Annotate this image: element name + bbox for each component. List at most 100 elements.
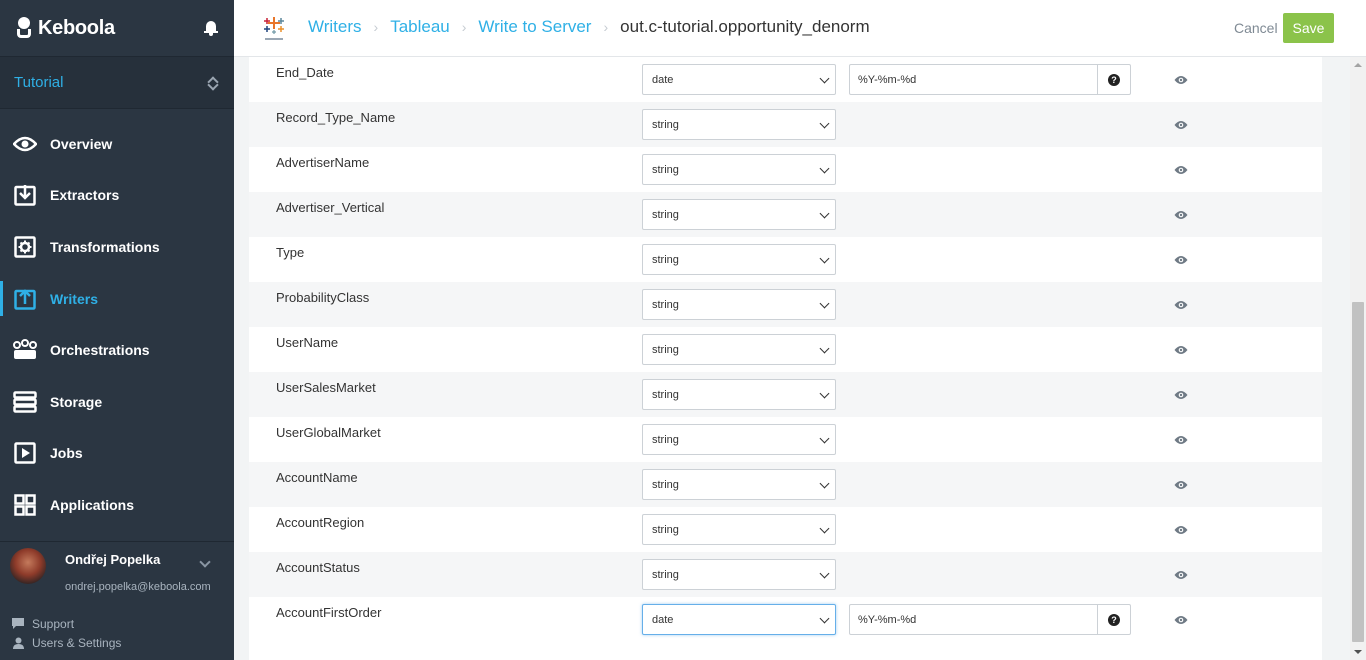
sidebar-header: Keboola xyxy=(0,0,234,57)
preview-eye-icon[interactable] xyxy=(1174,522,1188,534)
preview-eye-icon[interactable] xyxy=(1174,297,1188,309)
preview-eye-icon[interactable] xyxy=(1174,72,1188,84)
sidebar-item-label: Extractors xyxy=(50,187,120,204)
column-name: ProbabilityClass xyxy=(276,290,370,305)
column-type-value: string xyxy=(652,523,679,536)
columns-list: End_Date date %Y-%m-%d? Record_Type_Name str… xyxy=(249,57,1322,660)
eye-icon xyxy=(12,132,38,156)
table-row: End_Date date %Y-%m-%d? xyxy=(249,57,1322,102)
column-type-select[interactable]: string xyxy=(642,379,836,410)
column-type-select[interactable]: string xyxy=(642,289,836,320)
column-name: UserSalesMarket xyxy=(276,380,376,395)
column-type-select[interactable]: string xyxy=(642,199,836,230)
bell-icon[interactable] xyxy=(204,20,218,36)
breadcrumb-separator-icon: › xyxy=(603,19,609,35)
users-settings-link[interactable]: Users & Settings xyxy=(12,633,121,652)
table-row: AccountStatus string xyxy=(249,552,1322,597)
sidebar-item-extractors[interactable]: Extractors xyxy=(0,170,234,222)
app-logo[interactable]: Keboola xyxy=(16,17,115,40)
sidebar-item-writers[interactable]: Writers xyxy=(0,273,234,325)
keboola-logo-icon xyxy=(16,17,32,39)
preview-eye-icon[interactable] xyxy=(1174,117,1188,129)
table-row: AccountName string xyxy=(249,462,1322,507)
table-row: UserGlobalMarket string xyxy=(249,417,1322,462)
sidebar-item-applications[interactable]: Applications xyxy=(0,479,234,531)
column-name: Advertiser_Vertical xyxy=(276,200,385,215)
column-type-select[interactable]: date xyxy=(642,604,836,635)
user-name: Ondřej Popelka xyxy=(65,552,161,567)
question-circle-icon: ? xyxy=(1108,73,1120,86)
date-format-input[interactable]: %Y-%m-%d xyxy=(850,605,1097,634)
column-type-value: date xyxy=(652,613,674,626)
column-type-select[interactable]: string xyxy=(642,559,836,590)
column-name: AccountName xyxy=(276,470,358,485)
preview-eye-icon[interactable] xyxy=(1174,432,1188,444)
scroll-down-icon[interactable] xyxy=(1354,650,1362,654)
sidebar-item-jobs[interactable]: Jobs xyxy=(0,428,234,480)
preview-eye-icon[interactable] xyxy=(1174,207,1188,219)
column-type-value: string xyxy=(652,118,679,131)
column-type-select[interactable]: string xyxy=(642,334,836,365)
column-type-select[interactable]: string xyxy=(642,154,836,185)
breadcrumb-write-to-server[interactable]: Write to Server xyxy=(478,17,591,37)
date-format-field[interactable]: %Y-%m-%d? xyxy=(849,64,1131,95)
chevron-down-icon xyxy=(819,73,830,84)
table-row: AccountRegion string xyxy=(249,507,1322,552)
breadcrumb-writers[interactable]: Writers xyxy=(308,17,362,37)
preview-eye-icon[interactable] xyxy=(1174,477,1188,489)
sidebar-item-overview[interactable]: Overview xyxy=(0,118,234,170)
cluster-icon xyxy=(12,338,38,362)
chevron-down-icon xyxy=(819,388,830,399)
column-name: UserName xyxy=(276,335,339,350)
page-title: out.c-tutorial.opportunity_denorm xyxy=(620,17,870,36)
table-row: UserSalesMarket string xyxy=(249,372,1322,417)
breadcrumb: Writers › Tableau › Write to Server › ou… xyxy=(308,17,870,37)
sidebar-item-label: Storage xyxy=(50,393,103,410)
preview-eye-icon[interactable] xyxy=(1174,567,1188,579)
column-type-select[interactable]: string xyxy=(642,109,836,140)
sidebar-item-label: Overview xyxy=(50,135,113,152)
column-type-select[interactable]: string xyxy=(642,424,836,455)
sidebar-item-orchestrations[interactable]: Orchestrations xyxy=(0,324,234,376)
chevron-down-icon xyxy=(819,568,830,579)
column-type-select[interactable]: string xyxy=(642,469,836,500)
chevron-down-icon xyxy=(819,298,830,309)
sidebar-item-storage[interactable]: Storage xyxy=(0,376,234,428)
date-format-field[interactable]: %Y-%m-%d? xyxy=(849,604,1131,635)
chevron-down-icon xyxy=(819,343,830,354)
breadcrumb-tableau[interactable]: Tableau xyxy=(390,17,450,37)
sidebar-item-label: Applications xyxy=(50,496,135,513)
preview-eye-icon[interactable] xyxy=(1174,342,1188,354)
chevron-down-icon xyxy=(819,613,830,624)
scrollbar[interactable] xyxy=(1350,57,1366,660)
column-type-value: string xyxy=(652,568,679,581)
column-type-select[interactable]: date xyxy=(642,64,836,95)
column-name: Record_Type_Name xyxy=(276,110,396,125)
preview-eye-icon[interactable] xyxy=(1174,387,1188,399)
breadcrumb-separator-icon: › xyxy=(373,19,379,35)
save-button[interactable]: Save xyxy=(1283,13,1334,43)
sidebar-item-transformations[interactable]: Transformations xyxy=(0,221,234,273)
table-row: AdvertiserName string xyxy=(249,147,1322,192)
column-type-value: string xyxy=(652,343,679,356)
project-name: Tutorial xyxy=(14,74,64,91)
cancel-button[interactable]: Cancel xyxy=(1234,20,1278,36)
preview-eye-icon[interactable] xyxy=(1174,162,1188,174)
format-help-button[interactable]: ? xyxy=(1097,605,1130,634)
grid-icon xyxy=(12,493,38,517)
column-name: UserGlobalMarket xyxy=(276,425,381,440)
column-type-select[interactable]: string xyxy=(642,244,836,275)
scroll-thumb[interactable] xyxy=(1352,302,1364,642)
project-switcher[interactable]: Tutorial xyxy=(0,57,234,109)
format-help-button[interactable]: ? xyxy=(1097,65,1130,94)
preview-eye-icon[interactable] xyxy=(1174,252,1188,264)
column-type-select[interactable]: string xyxy=(642,514,836,545)
user-menu[interactable]: Ondřej Popelka ondrej.popelka@keboola.co… xyxy=(0,541,234,604)
sidebar-item-label: Orchestrations xyxy=(50,342,150,359)
date-format-input[interactable]: %Y-%m-%d xyxy=(850,65,1097,94)
support-link[interactable]: Support xyxy=(12,614,121,633)
preview-eye-icon[interactable] xyxy=(1174,612,1188,624)
upload-box-icon xyxy=(12,287,38,311)
scroll-up-icon[interactable] xyxy=(1354,63,1362,67)
chevron-down-icon xyxy=(819,163,830,174)
